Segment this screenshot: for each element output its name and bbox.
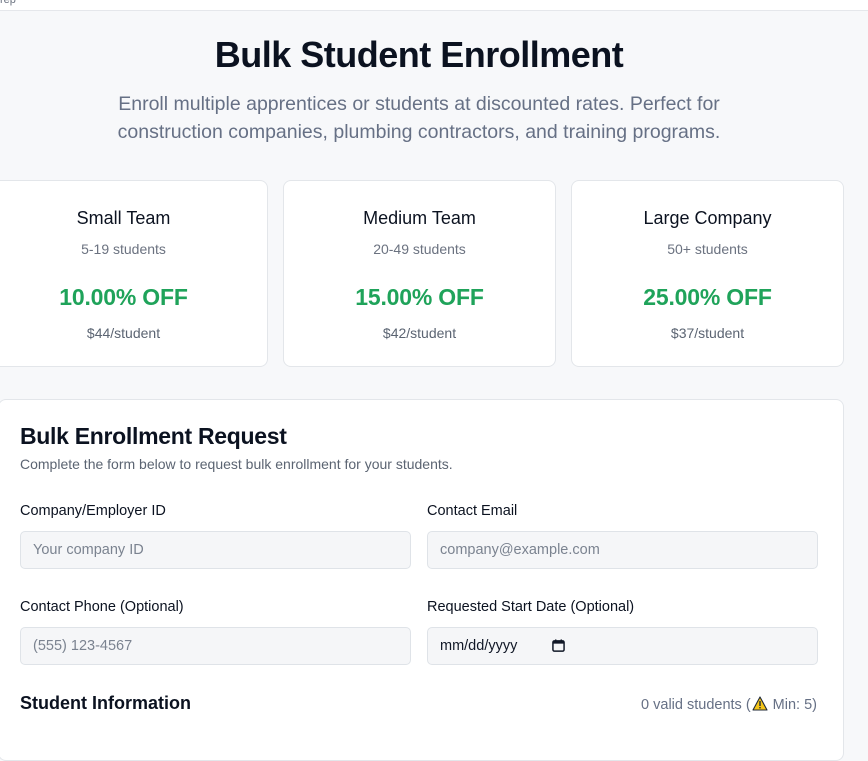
warning-icon: [752, 696, 768, 711]
contact-phone-label: Contact Phone (Optional): [20, 599, 184, 615]
valid-students-status: 0 valid students ( Min: 5): [641, 696, 817, 713]
student-information-title: Student Information: [20, 693, 191, 713]
start-date-input[interactable]: mm/dd/yyyy: [427, 627, 818, 665]
tier-price: $37/student: [670, 325, 745, 341]
contact-email-input[interactable]: [427, 531, 818, 569]
form-description: Complete the form below to request bulk …: [20, 456, 453, 472]
contact-email-label: Contact Email: [427, 503, 518, 519]
tier-range: 5-19 students: [81, 241, 166, 257]
valid-count-text: 0 valid students (: [641, 697, 751, 713]
tier-range: 50+ students: [667, 241, 748, 257]
tier-name: Medium Team: [363, 208, 476, 228]
calendar-icon[interactable]: [552, 639, 565, 652]
company-id-label: Company/Employer ID: [20, 503, 166, 519]
tier-discount: 10.00% OFF: [59, 284, 188, 310]
tier-card-small-team: Small Team 5-19 students 10.00% OFF $44/…: [0, 180, 268, 367]
company-id-input[interactable]: [20, 531, 411, 569]
top-bar-text: rep: [0, 0, 16, 6]
min-students-text: Min: 5): [768, 697, 817, 713]
page-title: Bulk Student Enrollment: [214, 34, 624, 75]
tier-name: Large Company: [643, 208, 772, 228]
contact-phone-input[interactable]: [20, 627, 411, 665]
tier-discount: 25.00% OFF: [643, 284, 772, 310]
start-date-label: Requested Start Date (Optional): [427, 599, 635, 615]
tier-range: 20-49 students: [373, 241, 466, 257]
tier-name: Small Team: [76, 208, 171, 228]
page-subtitle: Enroll multiple apprentices or students …: [117, 93, 721, 143]
form-title: Bulk Enrollment Request: [20, 423, 287, 449]
tier-price: $42/student: [382, 325, 457, 341]
date-placeholder: mm/dd/yyyy: [440, 638, 518, 654]
tier-price: $44/student: [86, 325, 161, 341]
top-bar: rep: [0, 0, 868, 11]
tier-discount: 15.00% OFF: [355, 284, 484, 310]
tier-card-medium-team: Medium Team 20-49 students 15.00% OFF $4…: [283, 180, 556, 367]
tier-card-large-company: Large Company 50+ students 25.00% OFF $3…: [571, 180, 844, 367]
